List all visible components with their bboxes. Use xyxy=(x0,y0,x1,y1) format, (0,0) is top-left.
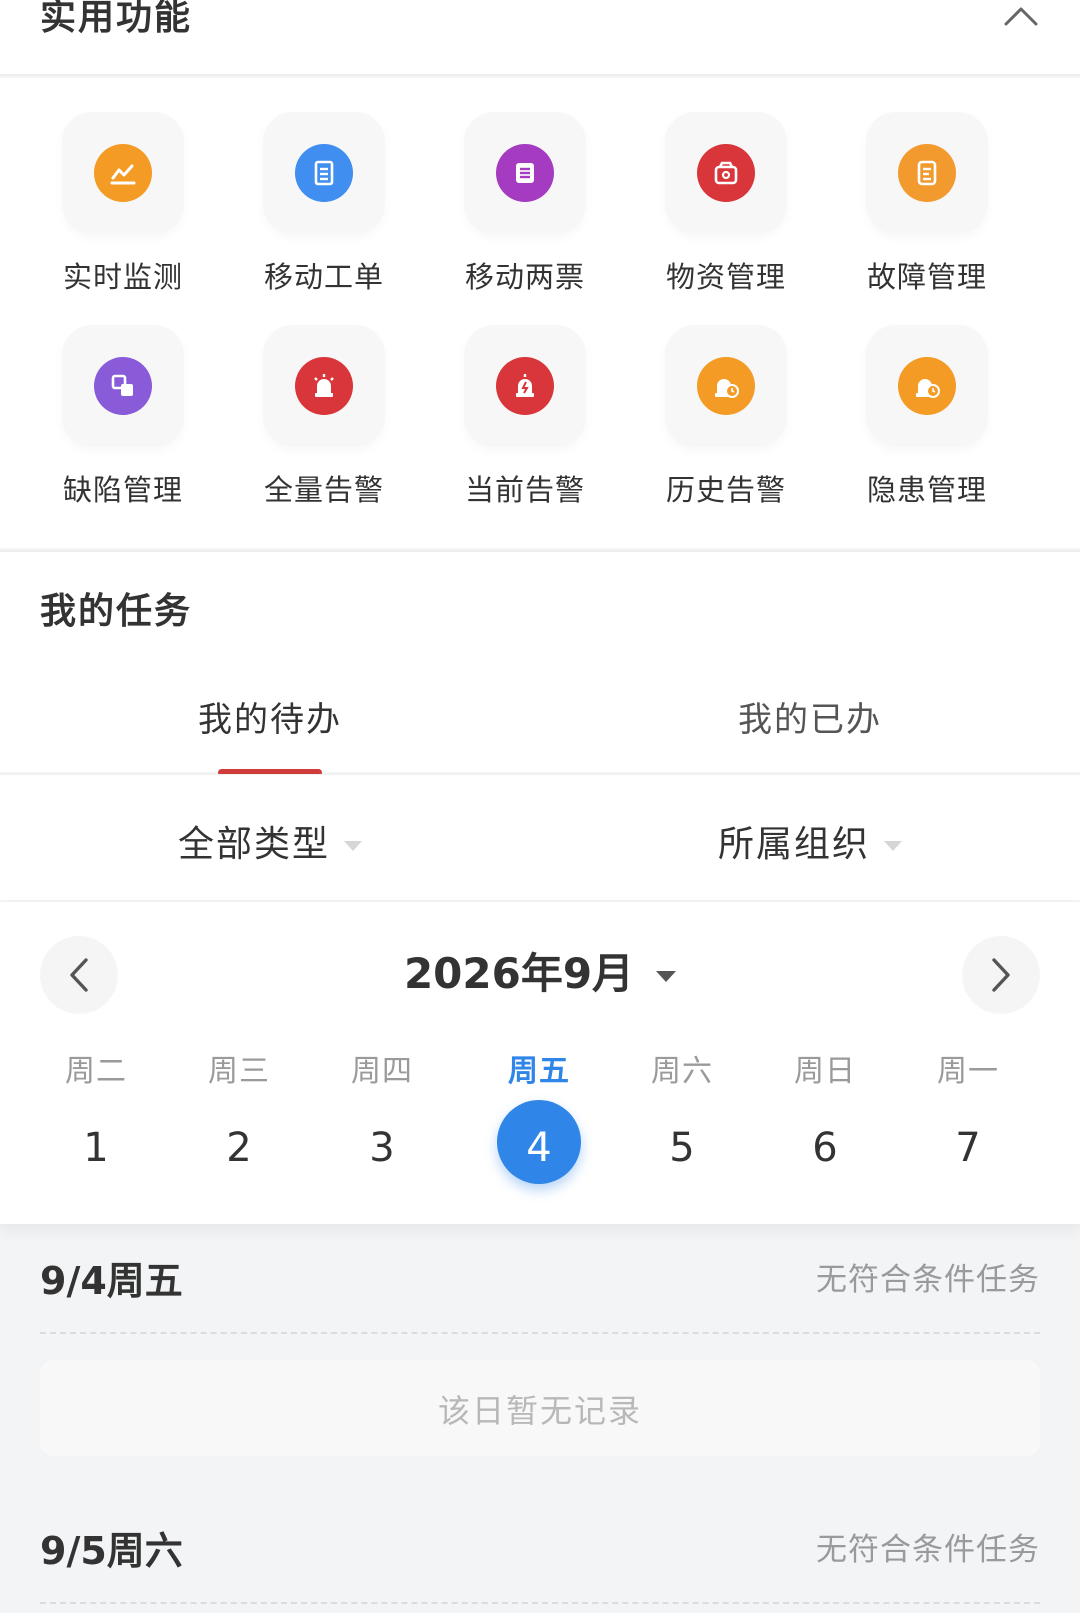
feature-label: 当前告警 xyxy=(464,473,585,507)
feature-grid: 实时监测 移动工单 移动两票 物资管理 故障管理 缺陷管理 全量告警 当前告警 … xyxy=(0,78,1080,548)
next-week-button[interactable] xyxy=(962,936,1040,1014)
feature-tile xyxy=(464,325,586,447)
filter-bar: 全部类型 所属组织 xyxy=(0,774,1080,900)
list-icon xyxy=(496,144,554,202)
chevron-up-icon xyxy=(1004,7,1038,26)
filter-org-dropdown[interactable]: 所属组织 xyxy=(540,815,1080,867)
hazard-icon xyxy=(898,357,956,415)
tasks-title: 我的任务 xyxy=(40,591,193,632)
feature-all-alarms[interactable]: 全量告警 xyxy=(224,291,424,507)
feature-materials[interactable]: 物资管理 xyxy=(626,78,826,294)
feature-label: 移动工单 xyxy=(263,260,384,294)
clipboard-icon xyxy=(898,144,956,202)
feature-tile xyxy=(665,112,787,234)
alarm-icon xyxy=(295,357,353,415)
weekday-label: 周四 xyxy=(351,1054,413,1089)
day-cell[interactable]: 6 xyxy=(755,1106,895,1190)
feature-hazards[interactable]: 隐患管理 xyxy=(827,291,1027,507)
tab-todo[interactable]: 我的待办 xyxy=(120,692,420,741)
weekday-label: 周三 xyxy=(208,1054,270,1089)
day-cell[interactable]: 1 xyxy=(26,1106,166,1190)
features-header: 实用功能 xyxy=(0,0,1080,76)
feature-tile xyxy=(263,112,385,234)
day-list-header: 9/4周五 无符合条件任务 xyxy=(40,1240,1040,1320)
feature-defects[interactable]: 缺陷管理 xyxy=(23,291,223,507)
box-icon xyxy=(697,144,755,202)
feature-label: 移动两票 xyxy=(464,260,585,294)
feature-tile xyxy=(866,112,988,234)
document-icon xyxy=(295,144,353,202)
feature-tile xyxy=(464,112,586,234)
feature-label: 实时监测 xyxy=(62,260,183,294)
feature-tile xyxy=(665,325,787,447)
feature-label: 历史告警 xyxy=(665,473,786,507)
caret-down-icon xyxy=(884,841,902,851)
feature-tile xyxy=(263,325,385,447)
feature-tile xyxy=(62,112,184,234)
divider xyxy=(40,1602,1040,1604)
filter-type-dropdown[interactable]: 全部类型 xyxy=(0,815,540,867)
week-calendar: 2026年9月 周二 周三 周四 周五 周六 周日 周一 1 2 3 4 5 6… xyxy=(0,902,1080,1224)
feature-current-alarms[interactable]: 当前告警 xyxy=(425,291,625,507)
weekday-label: 周二 xyxy=(65,1054,127,1089)
alarm-clock-icon xyxy=(697,357,755,415)
empty-state-card: 该日暂无记录 xyxy=(40,1360,1040,1456)
weekday-label: 周一 xyxy=(937,1054,999,1089)
weekday-label-selected: 周五 xyxy=(508,1054,570,1089)
tab-done[interactable]: 我的已办 xyxy=(660,692,960,741)
month-selector[interactable]: 2026年9月 xyxy=(0,940,1080,1001)
feature-label: 缺陷管理 xyxy=(62,473,183,507)
alarm-flash-icon xyxy=(496,357,554,415)
day-list-date: 9/4周五 xyxy=(40,1259,183,1303)
feature-tile xyxy=(866,325,988,447)
day-cell[interactable]: 3 xyxy=(312,1106,452,1190)
day-cell[interactable]: 5 xyxy=(612,1106,752,1190)
weekday-label: 周日 xyxy=(794,1054,856,1089)
features-title: 实用功能 xyxy=(40,0,193,38)
filter-org-label: 所属组织 xyxy=(717,824,870,865)
day-list-header: 9/5周六 无符合条件任务 xyxy=(40,1510,1040,1590)
day-cell[interactable]: 2 xyxy=(169,1106,309,1190)
month-label: 2026年9月 xyxy=(403,949,635,998)
feature-tile xyxy=(62,325,184,447)
weekday-label: 周六 xyxy=(651,1054,713,1089)
filter-type-label: 全部类型 xyxy=(177,824,330,865)
day-list-date: 9/5周六 xyxy=(40,1529,183,1573)
day-list-status: 无符合条件任务 xyxy=(816,1532,1040,1568)
feature-faults[interactable]: 故障管理 xyxy=(827,78,1027,294)
caret-down-icon xyxy=(656,971,677,982)
feature-label: 隐患管理 xyxy=(866,473,987,507)
feature-label: 物资管理 xyxy=(665,260,786,294)
divider xyxy=(40,1332,1040,1334)
tasks-section: 我的任务 我的待办 我的已办 xyxy=(0,550,1080,776)
feature-label: 全量告警 xyxy=(263,473,384,507)
feature-realtime-monitor[interactable]: 实时监测 xyxy=(23,78,223,294)
collapse-button[interactable] xyxy=(1002,0,1040,30)
feature-history-alarms[interactable]: 历史告警 xyxy=(626,291,826,507)
day-list-status: 无符合条件任务 xyxy=(816,1262,1040,1298)
layers-icon xyxy=(94,357,152,415)
day-cell-selected[interactable]: 4 xyxy=(469,1106,609,1190)
caret-down-icon xyxy=(344,841,362,851)
chevron-right-icon xyxy=(992,958,1010,992)
feature-mobile-tickets[interactable]: 移动两票 xyxy=(425,78,625,294)
feature-mobile-workorder[interactable]: 移动工单 xyxy=(224,78,424,294)
chart-icon xyxy=(94,144,152,202)
day-cell[interactable]: 7 xyxy=(898,1106,1038,1190)
empty-state-message: 该日暂无记录 xyxy=(437,1392,642,1430)
feature-label: 故障管理 xyxy=(866,260,987,294)
